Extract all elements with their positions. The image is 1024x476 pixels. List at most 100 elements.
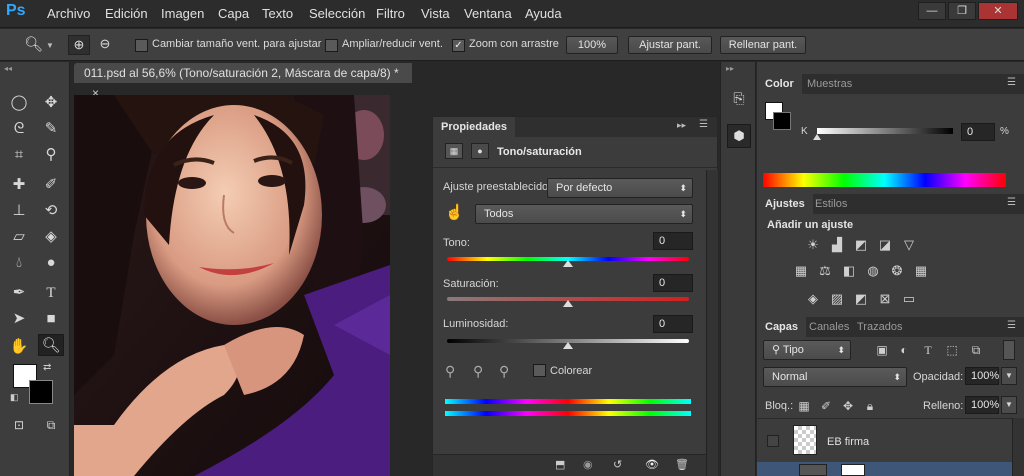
healing-brush-tool-icon[interactable]: ✚ [6,174,32,196]
tab-color[interactable]: Color [757,74,802,94]
preset-select[interactable]: Por defecto ⬍ [547,178,693,198]
targeted-adjustment-hand-icon[interactable]: ☝ [445,203,464,221]
lock-pixels-icon[interactable]: ✐ [819,399,833,413]
layers-panel-menu-icon[interactable]: ☰ [1007,320,1016,331]
colorize-checkbox[interactable] [533,364,546,377]
crop-tool-icon[interactable]: ⌗ [6,144,32,166]
saturation-slider-thumb[interactable] [563,300,573,307]
lightness-value-field[interactable]: 0 [653,315,693,333]
background-color-swatch[interactable] [29,380,53,404]
color-spectrum-bar[interactable] [763,173,1006,187]
filter-adjustment-icon[interactable]: ◐ [897,343,911,357]
gradient-map-icon[interactable]: ▭ [901,292,917,306]
levels-icon[interactable]: ▟ [829,238,845,252]
layer-mask-icon[interactable]: ● [471,143,489,159]
adjustments-panel-menu-icon[interactable]: ☰ [1007,197,1016,208]
layer-filter-select[interactable]: ⚲ Tipo ⬍ [763,340,851,360]
marquee-tool-icon[interactable]: ◯ [6,92,32,114]
eyedropper-icon[interactable]: ⚲ [445,363,455,380]
hue-saturation-icon[interactable]: ▦ [793,264,809,278]
brush-tool-icon[interactable]: ✐ [38,174,64,196]
filter-shape-icon[interactable]: ⬚ [945,343,959,357]
trash-icon[interactable]: 🗑︎ [675,458,689,471]
history-panel-icon[interactable]: ⎘ [727,86,751,110]
layer-visibility-toggle[interactable] [767,435,779,447]
color-k-slider-track[interactable] [817,128,953,134]
properties-scrollbar[interactable] [706,170,718,476]
dock-expand-icon[interactable]: ▸▸ [726,64,734,73]
photo-filter-icon[interactable]: ◍ [865,264,881,278]
filter-smart-object-icon[interactable]: ⧉ [969,343,983,357]
fill-field[interactable]: 100% [965,396,999,414]
dodge-tool-icon[interactable]: ● [38,252,64,274]
type-tool-icon[interactable]: T [38,282,64,304]
zoom-100-button[interactable]: 100% [566,36,618,54]
filter-type-icon[interactable]: T [921,343,935,357]
menu-imagen[interactable]: Imagen [161,6,204,21]
path-selection-tool-icon[interactable]: ➤ [6,308,32,330]
menu-archivo[interactable]: Archivo [47,6,90,21]
filter-toggle[interactable] [1003,340,1015,360]
quick-mask-icon[interactable]: ⊡ [6,414,32,436]
lock-position-icon[interactable]: ✥ [841,399,855,413]
tab-paths[interactable]: Trazados [849,317,910,337]
eyedropper-tool-icon[interactable]: ⚲ [38,144,64,166]
lock-transparent-icon[interactable]: ▦ [797,399,811,413]
view-previous-icon[interactable]: ◉ [583,458,593,471]
close-button[interactable]: ✕ [978,2,1018,20]
lock-all-icon[interactable]: 🔒︎ [863,399,877,413]
color-lookup-icon[interactable]: ▦ [913,264,929,278]
layers-scrollbar[interactable] [1012,418,1024,476]
blend-mode-select[interactable]: Normal ⬍ [763,367,907,387]
minimize-button[interactable]: — [918,2,946,20]
opacity-field[interactable]: 100% [965,367,999,385]
lightness-slider-thumb[interactable] [563,342,573,349]
opacity-chevron-icon[interactable]: ▼ [1001,367,1017,385]
adjustment-layer-icon[interactable]: ▦ [445,143,463,159]
invert-icon[interactable]: ◈ [805,292,821,306]
menu-capa[interactable]: Capa [218,6,249,21]
exposure-icon[interactable]: ◪ [877,238,893,252]
fill-screen-button[interactable]: Rellenar pant. [720,36,806,54]
channel-select[interactable]: Todos ⬍ [475,204,693,224]
selective-color-icon[interactable]: ⊠ [877,292,893,306]
rectangle-tool-icon[interactable]: ■ [38,308,64,330]
fit-screen-button[interactable]: Ajustar pant. [628,36,712,54]
reset-icon[interactable]: ↺ [613,458,622,471]
visibility-eye-icon[interactable]: 👁︎ [645,458,659,471]
hue-slider-thumb[interactable] [563,260,573,267]
menu-filtro[interactable]: Filtro [376,6,405,21]
tab-adjustments[interactable]: Ajustes [757,194,813,214]
tab-swatches[interactable]: Muestras [799,74,860,94]
panel-menu-icon[interactable]: ☰ [699,119,708,130]
black-white-icon[interactable]: ◧ [841,264,857,278]
zoom-all-checkbox[interactable] [325,39,338,52]
color-bg-swatch[interactable] [773,112,791,130]
menu-vista[interactable]: Vista [421,6,450,21]
panel-collapse-icon[interactable]: ▸▸ [677,120,686,131]
pen-tool-icon[interactable]: ✒ [6,282,32,304]
saturation-value-field[interactable]: 0 [653,274,693,292]
vibrance-icon[interactable]: ▽ [901,238,917,252]
brightness-contrast-icon[interactable]: ☀ [805,238,821,252]
properties-panel-icon[interactable]: ⬢ [727,124,751,148]
toolbox-collapse-icon[interactable]: ◂◂ [4,64,12,73]
resize-windows-checkbox[interactable] [135,39,148,52]
swap-colors-icon[interactable]: ⇄ [43,362,51,373]
color-k-slider-thumb[interactable] [813,134,821,140]
quick-selection-tool-icon[interactable]: ✎ [38,118,64,140]
menu-ayuda[interactable]: Ayuda [525,6,562,21]
tool-preset-chevron-icon[interactable]: ▼ [46,41,54,50]
hand-tool-icon[interactable]: ✋ [6,336,32,358]
paint-bucket-tool-icon[interactable]: ◈ [38,226,64,248]
restore-button[interactable]: ❐ [948,2,976,20]
document-image[interactable] [74,95,390,476]
menu-texto[interactable]: Texto [262,6,293,21]
menu-seleccion[interactable]: Selección [309,6,365,21]
menu-edicion[interactable]: Edición [105,6,148,21]
eyedropper-minus-icon[interactable]: ⚲ [499,363,509,380]
history-brush-tool-icon[interactable]: ⟲ [38,200,64,222]
move-tool-icon[interactable]: ✥ [38,92,64,114]
selected-layer-row[interactable] [757,462,1012,476]
clone-stamp-tool-icon[interactable]: ⊥ [6,200,32,222]
